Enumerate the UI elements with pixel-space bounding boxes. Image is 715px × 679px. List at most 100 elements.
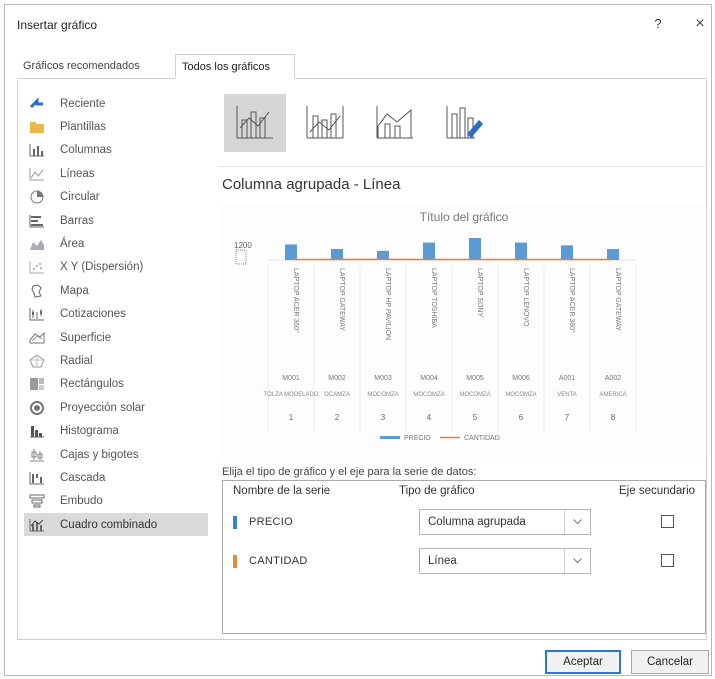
secondary-axis-checkbox[interactable] bbox=[661, 515, 674, 528]
pie-chart-icon bbox=[28, 189, 46, 205]
sidebar-item-label: Superficie bbox=[60, 331, 112, 344]
sidebar-item-label: Plantillas bbox=[60, 121, 107, 134]
combo-chart-icon bbox=[28, 517, 46, 533]
sidebar-item-label: Radial bbox=[60, 354, 93, 367]
sidebar-item[interactable]: Cotizaciones bbox=[24, 303, 208, 326]
sidebar-item-label: Líneas bbox=[60, 167, 95, 180]
category-code-label: M003 bbox=[374, 375, 392, 382]
sidebar-item-label: Cascada bbox=[60, 471, 106, 484]
category-name-label: LAPTOP ACER 360° bbox=[568, 268, 576, 333]
series-table: Nombre de la serie Tipo de gráfico Eje s… bbox=[222, 480, 706, 634]
subtype-title: Columna agrupada - Línea bbox=[222, 176, 401, 193]
sidebar-item[interactable]: Área bbox=[24, 232, 208, 255]
category-group-label: OCAMZA bbox=[324, 392, 350, 398]
histogram-chart-icon bbox=[28, 423, 46, 439]
sidebar-item[interactable]: Barras bbox=[24, 209, 208, 232]
series-chart-type-select[interactable]: Línea bbox=[419, 548, 591, 574]
category-group-label: MOCOMZA bbox=[459, 392, 490, 398]
bar-precio bbox=[561, 245, 573, 260]
custom-combination-icon bbox=[445, 104, 485, 143]
bar-precio bbox=[377, 250, 389, 260]
tab-content: Reciente Plantillas Columnas Líneas Circular… bbox=[17, 80, 708, 640]
clustered-column-line-secondary-icon bbox=[305, 104, 345, 143]
series-section-label: Elija el tipo de gráfico y el eje para l… bbox=[222, 466, 477, 478]
category-number-label: 3 bbox=[381, 413, 386, 422]
cancel-button[interactable]: Cancelar bbox=[631, 650, 709, 674]
bar-precio bbox=[331, 249, 343, 260]
sidebar-item[interactable]: Cascada bbox=[24, 466, 208, 489]
chevron-down-icon[interactable] bbox=[564, 549, 590, 573]
sidebar-item[interactable]: Radial bbox=[24, 349, 208, 372]
column-chart-icon bbox=[28, 142, 46, 158]
clustered-column-line-icon bbox=[235, 104, 275, 143]
chart-type-list: Reciente Plantillas Columnas Líneas Circular… bbox=[24, 92, 208, 537]
bar-precio bbox=[515, 242, 527, 260]
sidebar-item[interactable]: Cajas y bigotes bbox=[24, 443, 208, 466]
sidebar-item[interactable]: Líneas bbox=[24, 162, 208, 185]
tab-all-charts[interactable]: Todos los gráficos bbox=[175, 54, 295, 79]
category-name-label: LAPTOP SONY bbox=[476, 268, 483, 317]
line-chart-icon bbox=[28, 166, 46, 182]
stock-chart-icon bbox=[28, 306, 46, 322]
sidebar-item[interactable]: Rectángulos bbox=[24, 373, 208, 396]
sidebar-item[interactable]: X Y (Dispersión) bbox=[24, 256, 208, 279]
sunburst-chart-icon bbox=[28, 400, 46, 416]
help-button[interactable]: ? bbox=[648, 13, 668, 35]
category-group-label: AMERICA bbox=[599, 392, 626, 398]
sidebar-item[interactable]: Proyección solar bbox=[24, 396, 208, 419]
chart-subtype-option[interactable] bbox=[224, 94, 286, 152]
category-group-label: VENTA bbox=[557, 392, 577, 398]
chart-subtype-option[interactable] bbox=[364, 94, 426, 152]
category-group-label: TOLZA MODELADO bbox=[264, 392, 319, 398]
sidebar-item[interactable]: Columnas bbox=[24, 139, 208, 162]
bar-precio bbox=[423, 242, 435, 260]
select-value: Línea bbox=[428, 555, 457, 567]
chart-options-pane: Columna agrupada - Línea Título del gráf… bbox=[218, 80, 708, 640]
sidebar-item-label: Barras bbox=[60, 214, 94, 227]
close-button[interactable]: × bbox=[690, 13, 710, 35]
category-number-label: 7 bbox=[565, 413, 570, 422]
secondary-axis-checkbox[interactable] bbox=[661, 554, 674, 567]
ok-button[interactable]: Aceptar bbox=[545, 650, 621, 674]
category-name-label: LAPTOP GATEWAY bbox=[338, 268, 345, 331]
sidebar-item[interactable]: Embudo bbox=[24, 490, 208, 513]
sidebar-item[interactable]: Mapa bbox=[24, 279, 208, 302]
sidebar-item-label: X Y (Dispersión) bbox=[60, 261, 144, 274]
dialog-title: Insertar gráfico bbox=[17, 18, 98, 32]
divider bbox=[218, 166, 708, 167]
legend-swatch-precio bbox=[380, 436, 400, 439]
sidebar-item[interactable]: Superficie bbox=[24, 326, 208, 349]
category-number-label: 6 bbox=[519, 413, 524, 422]
sidebar-item[interactable]: Circular bbox=[24, 186, 208, 209]
category-code-label: M004 bbox=[420, 375, 438, 382]
category-code-label: M002 bbox=[328, 375, 346, 382]
series-name: PRECIO bbox=[249, 516, 293, 528]
chart-subtype-option[interactable] bbox=[294, 94, 356, 152]
sidebar-item-label: Embudo bbox=[60, 495, 103, 508]
sidebar-item-label: Histograma bbox=[60, 425, 119, 438]
sidebar-item-label: Área bbox=[60, 238, 85, 251]
category-number-label: 4 bbox=[427, 413, 432, 422]
category-code-label: M006 bbox=[512, 375, 530, 382]
category-number-label: 5 bbox=[473, 413, 478, 422]
chart-svg: 1200 LAPTOP ACER 360° LAPTOP GATEWAY LAPTOP… bbox=[234, 238, 637, 442]
legend-label-precio: PRECIO bbox=[404, 435, 431, 442]
sidebar-item-label: Cuadro combinado bbox=[60, 518, 158, 531]
chart-subtype-option[interactable] bbox=[434, 94, 496, 152]
sidebar-item[interactable]: Plantillas bbox=[24, 115, 208, 138]
stacked-area-column-icon bbox=[375, 104, 415, 143]
sidebar-item[interactable]: Cuadro combinado bbox=[24, 513, 208, 537]
tab-strip: Gráficos recomendados Todos los gráficos bbox=[17, 54, 707, 79]
category-name-label: LAPTOP ACER 360° bbox=[292, 268, 300, 333]
category-name-label: LAPTOP TOSHIBA bbox=[430, 268, 437, 328]
tab-recommended-charts[interactable]: Gráficos recomendados bbox=[17, 54, 175, 79]
y-tick-label: 1200 bbox=[234, 241, 252, 250]
chart-subtype-gallery bbox=[224, 94, 504, 152]
sidebar-item[interactable]: Reciente bbox=[24, 92, 208, 115]
sidebar-item-label: Reciente bbox=[60, 97, 106, 110]
sidebar-item[interactable]: Histograma bbox=[24, 419, 208, 442]
chevron-down-icon[interactable] bbox=[564, 510, 590, 534]
sidebar-item-label: Proyección solar bbox=[60, 401, 146, 414]
category-number-label: 2 bbox=[335, 413, 340, 422]
series-chart-type-select[interactable]: Columna agrupada bbox=[419, 509, 591, 535]
